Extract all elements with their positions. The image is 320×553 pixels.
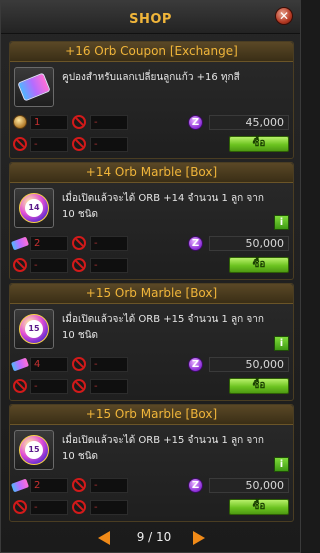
info-button[interactable]: i xyxy=(274,215,289,230)
item-description: เมื่อเปิดแล้วจะได้ ORB +14 จำนวน 1 ลูก จ… xyxy=(62,193,264,220)
marble-level-label: 15 xyxy=(25,320,43,338)
item-price: 50,000 xyxy=(209,478,289,493)
buy-button[interactable]: ซื้อ xyxy=(229,499,289,515)
buy-button[interactable]: ซื้อ xyxy=(229,378,289,394)
info-button[interactable]: i xyxy=(274,457,289,472)
no-entry-icon xyxy=(13,500,27,514)
next-page-arrow-icon[interactable] xyxy=(193,531,205,545)
orb-marble-14-icon: 14 xyxy=(19,193,49,223)
cost-row: 1 - Z 45,000 xyxy=(10,113,293,132)
no-entry-icon xyxy=(13,137,27,151)
zen-currency-icon: Z xyxy=(188,236,203,251)
cost-row: 2 - Z 50,000 xyxy=(10,234,293,253)
zen-currency-icon: Z xyxy=(188,478,203,493)
no-entry-icon xyxy=(72,478,86,492)
no-entry-icon xyxy=(72,236,86,250)
cost-qty: 4 xyxy=(30,357,68,372)
zen-currency-icon: Z xyxy=(188,357,203,372)
prev-page-arrow-icon[interactable] xyxy=(98,531,110,545)
no-entry-icon xyxy=(72,357,86,371)
item-icon-frame[interactable]: 15 xyxy=(14,309,54,349)
item-title: +14 Orb Marble [Box] xyxy=(10,163,293,183)
zen-currency-icon: Z xyxy=(188,115,203,130)
marble-level-label: 14 xyxy=(25,199,43,217)
ticket-icon xyxy=(10,357,30,372)
cost-slot: - xyxy=(90,357,128,372)
shop-item-list: +16 Orb Coupon [Exchange] คูปองสำหรับแลก… xyxy=(9,41,294,525)
cost-row: - - ซื้อ xyxy=(10,135,293,154)
shop-window: SHOP ✕ +16 Orb Coupon [Exchange] คูปองสำ… xyxy=(0,0,301,553)
cost-slot: - xyxy=(90,478,128,493)
cost-slot: - xyxy=(30,379,68,394)
cost-slot: - xyxy=(90,236,128,251)
item-title: +16 Orb Coupon [Exchange] xyxy=(10,42,293,62)
cost-slot: - xyxy=(90,258,128,273)
buy-button[interactable]: ซื้อ xyxy=(229,136,289,152)
cost-slot: - xyxy=(30,258,68,273)
cost-slot: - xyxy=(90,137,128,152)
item-price: 50,000 xyxy=(209,236,289,251)
item-title: +15 Orb Marble [Box] xyxy=(10,405,293,425)
cost-qty: 2 xyxy=(30,236,68,251)
orb-marble-15-icon: 15 xyxy=(19,435,49,465)
shop-item-card: +16 Orb Coupon [Exchange] คูปองสำหรับแลก… xyxy=(9,41,294,159)
page-indicator: 9 / 10 xyxy=(136,530,172,544)
cost-slot: - xyxy=(90,500,128,515)
close-button[interactable]: ✕ xyxy=(275,7,293,25)
no-entry-icon xyxy=(13,379,27,393)
cost-slot: - xyxy=(30,137,68,152)
item-description: เมื่อเปิดแล้วจะได้ ORB +15 จำนวน 1 ลูก จ… xyxy=(62,314,264,341)
no-entry-icon xyxy=(72,258,86,272)
item-description: เมื่อเปิดแล้วจะได้ ORB +15 จำนวน 1 ลูก จ… xyxy=(62,435,264,462)
cost-qty: 1 xyxy=(30,115,68,130)
info-button[interactable]: i xyxy=(274,336,289,351)
cost-qty: 2 xyxy=(30,478,68,493)
shop-item-card: +15 Orb Marble [Box] 15 เมื่อเปิดแล้วจะไ… xyxy=(9,404,294,522)
shop-item-card: +14 Orb Marble [Box] 14 เมื่อเปิดแล้วจะไ… xyxy=(9,162,294,280)
item-icon-frame[interactable] xyxy=(14,67,54,107)
cost-slot: - xyxy=(90,115,128,130)
no-entry-icon xyxy=(72,115,86,129)
buy-button[interactable]: ซื้อ xyxy=(229,257,289,273)
shop-item-card: +15 Orb Marble [Box] 15 เมื่อเปิดแล้วจะไ… xyxy=(9,283,294,401)
no-entry-icon xyxy=(72,379,86,393)
marble-level-label: 15 xyxy=(25,441,43,459)
shop-header: SHOP ✕ xyxy=(1,1,300,34)
shop-title: SHOP xyxy=(129,12,172,27)
item-price: 45,000 xyxy=(209,115,289,130)
cost-row: - - ซื้อ xyxy=(10,256,293,275)
orb-marble-15-icon: 15 xyxy=(19,314,49,344)
no-entry-icon xyxy=(72,500,86,514)
item-description: คูปองสำหรับแลกเปลี่ยนลูกแก้ว +16 ทุกสี xyxy=(62,72,240,83)
cost-row: 2 - Z 50,000 xyxy=(10,476,293,495)
item-icon-frame[interactable]: 14 xyxy=(14,188,54,228)
item-icon-frame[interactable]: 15 xyxy=(14,430,54,470)
cost-row: - - ซื้อ xyxy=(10,498,293,517)
ticket-icon xyxy=(10,236,30,251)
no-entry-icon xyxy=(72,137,86,151)
ticket-icon xyxy=(10,478,30,493)
pagination: 9 / 10 xyxy=(1,526,300,550)
cost-row: 4 - Z 50,000 xyxy=(10,355,293,374)
cost-row: - - ซื้อ xyxy=(10,377,293,396)
item-price: 50,000 xyxy=(209,357,289,372)
coin-icon xyxy=(13,115,27,129)
cost-slot: - xyxy=(90,379,128,394)
item-title: +15 Orb Marble [Box] xyxy=(10,284,293,304)
orb-coupon-ticket-icon xyxy=(17,72,51,102)
no-entry-icon xyxy=(13,258,27,272)
cost-slot: - xyxy=(30,500,68,515)
